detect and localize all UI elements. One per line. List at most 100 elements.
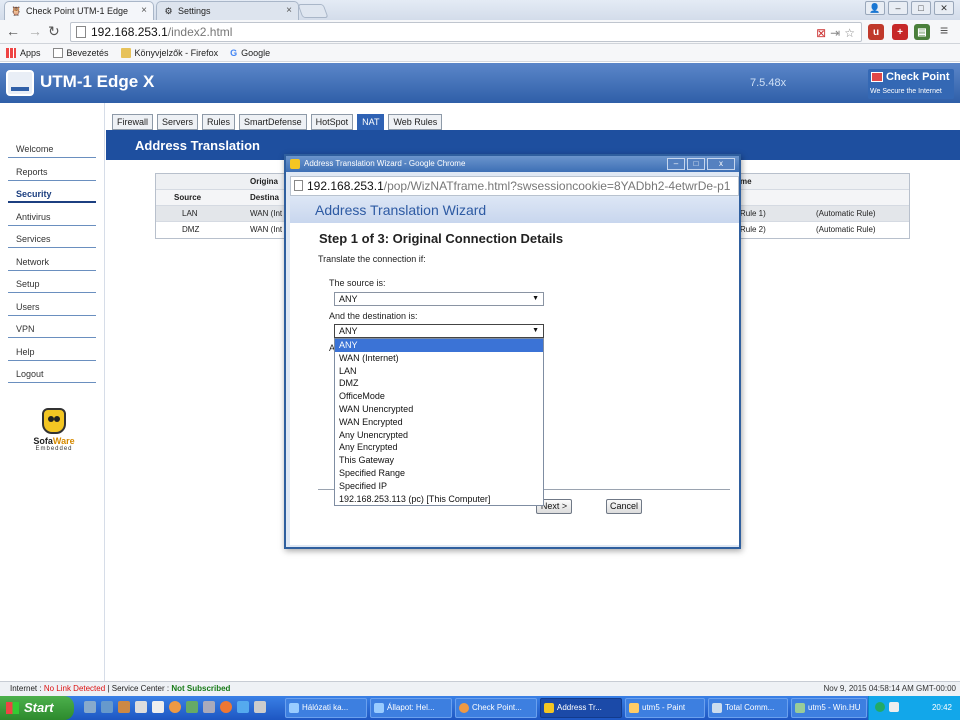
tab-rules[interactable]: Rules [202,114,236,130]
tab-servers[interactable]: Servers [157,114,199,130]
tray-network-icon[interactable] [875,702,885,712]
tab-smartdefense[interactable]: SmartDefense [239,114,307,130]
sidebar-item-network[interactable]: Network [8,251,96,271]
source-label: The source is: [329,278,386,288]
windows-flag-icon [6,702,19,714]
bookmark-apps[interactable]: Apps [6,47,41,58]
option-wan-internet[interactable]: WAN (Internet) [335,352,543,365]
taskbar-item-active[interactable]: Address Tr... [540,698,622,718]
show-desktop-icon[interactable] [84,701,96,713]
tab-settings[interactable]: ⚙ Settings × [156,1,299,20]
option-wan-unencrypted[interactable]: WAN Unencrypted [335,403,543,416]
owl-favicon-icon [290,159,300,169]
gear-icon: ⚙ [164,5,173,16]
quicklaunch-icon[interactable] [101,701,113,713]
quicklaunch-icon[interactable] [186,701,198,713]
forward-arrow-icon[interactable]: → [28,23,42,39]
taskbar-item[interactable]: Total Comm... [708,698,788,718]
tab-nat[interactable]: NAT [357,114,385,130]
tab-check-point[interactable]: 🦉 Check Point UTM-1 Edge × [4,1,154,20]
tab-title: Check Point UTM-1 Edge [26,6,129,16]
brand-tagline: We Secure the Internet [870,88,942,95]
taskbar-item[interactable]: Check Point... [455,698,537,718]
owl-favicon-icon: 🦉 [10,5,23,16]
popup-blocked-icon[interactable]: ⊠ [816,24,826,42]
tab-hotspot[interactable]: HotSpot [310,114,354,130]
star-icon[interactable]: ☆ [844,24,855,42]
taskbar-item[interactable]: Állapot: Hel... [370,698,452,718]
sidebar-item-welcome[interactable]: Welcome [8,138,96,158]
destination-select[interactable]: ANY ▼ [334,324,544,338]
chrome-icon [459,703,469,713]
quicklaunch-icon[interactable] [118,701,130,713]
maximize-icon[interactable]: □ [911,1,931,15]
reload-icon[interactable]: ↻ [48,23,60,40]
sidebar-item-help[interactable]: Help [8,341,96,361]
taskbar-item[interactable]: utm5 - Paint [625,698,705,718]
bookmark-firefox[interactable]: Könyvjelzők - Firefox [120,47,218,58]
destination-label: And the destination is: [329,311,418,321]
bookmark-bevezetes[interactable]: Bevezetés [52,47,109,58]
option-this-gateway[interactable]: This Gateway [335,454,543,467]
tab-firewall[interactable]: Firewall [112,114,154,130]
extension-icon[interactable]: ▤ [914,24,930,40]
close-tab-icon[interactable]: × [141,5,147,16]
shield-icon[interactable]: + [892,24,908,40]
quicklaunch-icon[interactable] [203,701,215,713]
option-specified-ip[interactable]: Specified IP [335,480,543,493]
option-any[interactable]: ANY [335,339,543,352]
close-tab-icon[interactable]: × [286,5,292,16]
sidebar-item-antivirus[interactable]: Antivirus [8,206,96,226]
option-dmz[interactable]: DMZ [335,377,543,390]
menu-icon[interactable]: ≡ [940,22,948,38]
address-bar[interactable]: 192.168.253.1/index2.html ⊠ ⇥ ☆ [70,22,862,42]
tray-app-icon[interactable] [889,702,899,712]
source-selected-value: ANY [339,294,358,304]
google-icon: G [230,47,238,58]
sidebar-item-reports[interactable]: Reports [8,161,96,181]
quicklaunch-icon[interactable] [135,701,147,713]
quicklaunch-icon[interactable] [254,701,266,713]
clock[interactable]: 20:42 [932,696,952,720]
close-window-icon[interactable]: ✕ [934,1,954,15]
section-tabs: Firewall Servers Rules SmartDefense HotS… [112,114,443,130]
maximize-icon[interactable]: □ [687,158,705,170]
quicklaunch-icon[interactable] [152,701,164,713]
sidebar-item-setup[interactable]: Setup [8,273,96,293]
ublock-icon[interactable]: u [868,24,884,40]
table-header-cell [156,174,246,189]
sidebar-item-security[interactable]: Security [8,183,96,203]
close-window-icon[interactable]: x [707,158,735,170]
option-this-computer[interactable]: 192.168.253.113 (pc) [This Computer] [335,493,543,506]
taskbar-item[interactable]: Hálózati ka... [285,698,367,718]
sidebar-item-vpn[interactable]: VPN [8,318,96,338]
popup-address-bar[interactable]: 192.168.253.1/pop/WizNATframe.html?swses… [290,176,739,196]
plugin-icon[interactable]: ⇥ [830,24,840,42]
option-specified-range[interactable]: Specified Range [335,467,543,480]
sidebar-item-services[interactable]: Services [8,228,96,248]
cancel-button[interactable]: Cancel [606,499,642,514]
table-header-cell [792,190,909,205]
back-arrow-icon[interactable]: ← [6,23,20,39]
minimize-icon[interactable]: – [667,158,685,170]
quicklaunch-icon[interactable] [237,701,249,713]
sidebar-item-users[interactable]: Users [8,296,96,316]
start-button[interactable]: Start [0,696,74,720]
user-icon[interactable]: 👤 [865,1,885,15]
option-any-encrypted[interactable]: Any Encrypted [335,441,543,454]
page-title: Address Translation [135,138,260,153]
option-lan[interactable]: LAN [335,365,543,378]
minimize-icon[interactable]: – [888,1,908,15]
wizard-window-titlebar[interactable]: Address Translation Wizard - Google Chro… [286,156,739,172]
bookmark-google[interactable]: G Google [230,48,270,58]
firefox-icon[interactable] [220,701,232,713]
source-select[interactable]: ANY ▼ [334,292,544,306]
sidebar-item-logout[interactable]: Logout [8,363,96,383]
option-wan-encrypted[interactable]: WAN Encrypted [335,416,543,429]
option-officemode[interactable]: OfficeMode [335,390,543,403]
tab-web-rules[interactable]: Web Rules [388,114,443,130]
option-any-unencrypted[interactable]: Any Unencrypted [335,429,543,442]
chrome-icon[interactable] [169,701,181,713]
language-indicator[interactable]: HU [849,696,861,720]
new-tab-button[interactable] [297,4,329,18]
